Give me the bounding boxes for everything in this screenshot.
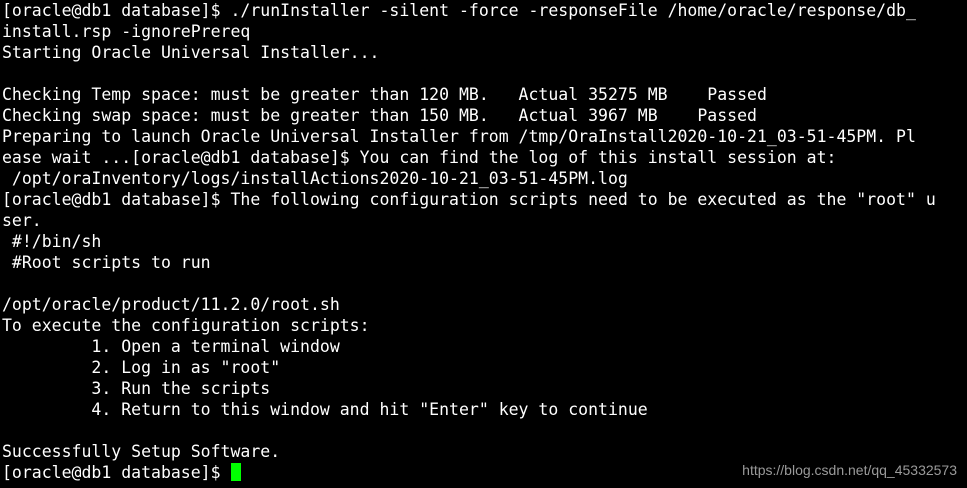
terminal-line: 3. Run the scripts: [2, 379, 271, 398]
terminal-line: Checking Temp space: must be greater tha…: [2, 85, 767, 104]
terminal-line: ser.: [2, 211, 42, 230]
terminal-line: ease wait ...[oracle@db1 database]$ You …: [2, 148, 837, 167]
watermark: https://blog.csdn.net/qq_45332573: [742, 462, 957, 478]
terminal-line: Preparing to launch Oracle Universal Ins…: [2, 127, 916, 146]
terminal-line: 2. Log in as "root": [2, 358, 281, 377]
terminal-line: /opt/oracle/product/11.2.0/root.sh: [2, 295, 340, 314]
terminal-output: [oracle@db1 database]$ ./runInstaller -s…: [2, 0, 936, 483]
terminal-line: install.rsp -ignorePrereq: [2, 22, 251, 41]
terminal-line: #Root scripts to run: [2, 253, 211, 272]
terminal-line: /opt/oraInventory/logs/installActions202…: [2, 169, 628, 188]
terminal-line: 1. Open a terminal window: [2, 337, 340, 356]
terminal-line: [oracle@db1 database]$ ./runInstaller -s…: [2, 1, 916, 20]
terminal-line: [oracle@db1 database]$ The following con…: [2, 190, 936, 209]
terminal-line: To execute the configuration scripts:: [2, 316, 370, 335]
terminal-line: 4. Return to this window and hit "Enter"…: [2, 400, 648, 419]
terminal-line: Checking swap space: must be greater tha…: [2, 106, 757, 125]
terminal-line: #!/bin/sh: [2, 232, 102, 251]
terminal-line: Successfully Setup Software.: [2, 442, 281, 461]
terminal-window[interactable]: [oracle@db1 database]$ ./runInstaller -s…: [0, 0, 967, 488]
shell-prompt: [oracle@db1 database]$: [2, 463, 231, 482]
terminal-line: Starting Oracle Universal Installer...: [2, 43, 380, 62]
text-cursor: [231, 463, 242, 481]
